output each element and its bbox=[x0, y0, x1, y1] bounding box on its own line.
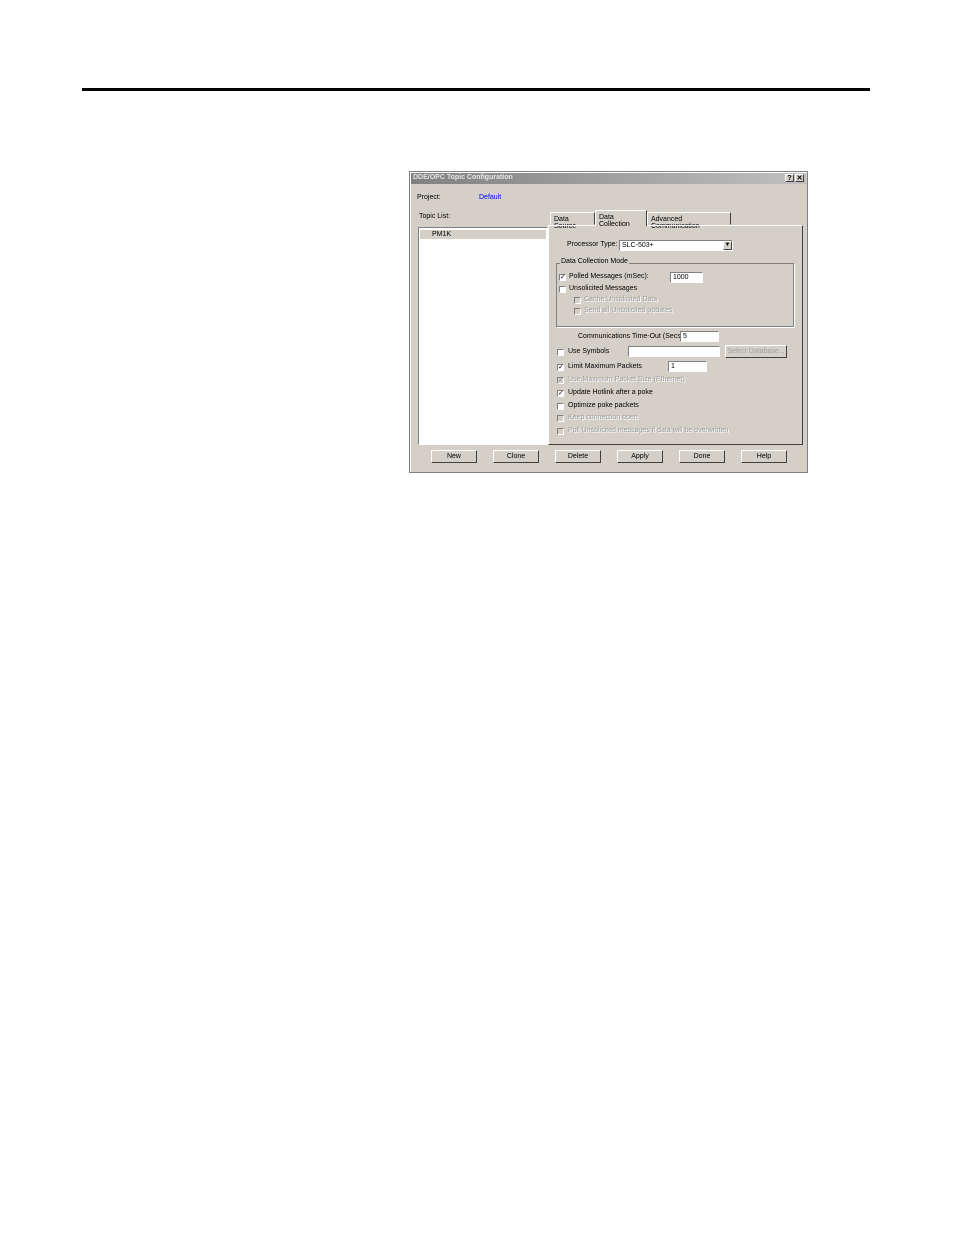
comm-timeout-input[interactable]: 5 bbox=[680, 331, 719, 342]
project-label: Project: bbox=[417, 194, 441, 201]
cache-unsolicited-label: Cache Unsolicited Data bbox=[584, 296, 658, 303]
polled-messages-label: Polled Messages (mSec): bbox=[569, 273, 649, 280]
send-all-unsolicited-label: Send all Unsolicited updates bbox=[584, 307, 673, 314]
unsolicited-messages-checkbox[interactable] bbox=[559, 286, 566, 293]
polled-messages-input[interactable]: 1000 bbox=[670, 272, 703, 283]
select-database-button[interactable]: Select Database... bbox=[725, 345, 787, 358]
cache-unsolicited-checkbox bbox=[574, 297, 581, 304]
processor-type-value: SLC-503+ bbox=[622, 242, 654, 249]
polled-messages-checkbox[interactable]: ✓ bbox=[559, 274, 566, 281]
unsolicited-messages-label: Unsolicited Messages bbox=[569, 285, 638, 292]
use-symbols-checkbox[interactable] bbox=[557, 349, 564, 356]
help-icon[interactable]: ? bbox=[785, 174, 794, 182]
tab-advanced-communication[interactable]: Advanced Communication bbox=[647, 212, 731, 230]
use-max-packet-size-checkbox: ✓ bbox=[557, 377, 564, 384]
help-button[interactable]: Help bbox=[741, 450, 787, 463]
delete-button[interactable]: Delete bbox=[555, 450, 601, 463]
use-max-packet-size-label: Use Maximum Packet Size (Ethernet) bbox=[568, 376, 685, 383]
tab-label: Data Collection bbox=[599, 214, 630, 228]
chevron-down-icon[interactable]: ▼ bbox=[723, 241, 732, 250]
tab-data-collection[interactable]: Data Collection bbox=[595, 210, 647, 228]
processor-type-select[interactable]: SLC-503+ ▼ bbox=[619, 240, 733, 251]
list-item[interactable]: PM1K bbox=[420, 230, 546, 239]
send-all-unsolicited-checkbox bbox=[574, 308, 581, 315]
limit-max-packets-checkbox[interactable]: ✓ bbox=[557, 364, 564, 371]
update-hotlink-label: Update Hotlink after a poke bbox=[568, 389, 653, 396]
close-icon[interactable]: ✕ bbox=[795, 174, 804, 182]
topic-item-label: PM1K bbox=[432, 231, 452, 238]
topic-list-label: Topic List: bbox=[419, 213, 451, 220]
done-button[interactable]: Done bbox=[679, 450, 725, 463]
comm-timeout-label: Communications Time-Out (Secs): bbox=[578, 333, 685, 340]
symbols-database-input[interactable] bbox=[628, 346, 720, 357]
processor-type-label: Processor Type: bbox=[567, 241, 618, 248]
optimize-poke-checkbox[interactable] bbox=[557, 403, 564, 410]
limit-max-packets-label: Limit Maximum Packets bbox=[568, 363, 642, 370]
page-header-rule bbox=[82, 88, 870, 91]
poll-unsolicited-label: Poll Unsolicited messages if data will b… bbox=[568, 427, 729, 434]
data-collection-mode-label: Data Collection Mode bbox=[560, 258, 629, 265]
topic-list[interactable]: PM1K bbox=[418, 227, 548, 445]
project-value: Default bbox=[479, 194, 502, 201]
title-bar[interactable]: DDE/OPC Topic Configuration ? ✕ bbox=[411, 173, 806, 184]
update-hotlink-checkbox[interactable]: ✓ bbox=[557, 390, 564, 397]
keep-connection-label: Keep connection open bbox=[568, 414, 638, 421]
new-button[interactable]: New bbox=[431, 450, 477, 463]
keep-connection-checkbox bbox=[557, 415, 564, 422]
apply-button[interactable]: Apply bbox=[617, 450, 663, 463]
poll-unsolicited-checkbox bbox=[557, 428, 564, 435]
limit-max-packets-input[interactable]: 1 bbox=[668, 361, 707, 372]
dialog-title: DDE/OPC Topic Configuration bbox=[413, 174, 513, 181]
tab-data-source[interactable]: Data Source bbox=[550, 212, 595, 230]
clone-button[interactable]: Clone bbox=[493, 450, 539, 463]
topic-configuration-dialog: DDE/OPC Topic Configuration ? ✕ Project:… bbox=[409, 171, 808, 473]
optimize-poke-label: Optimize poke packets bbox=[568, 402, 639, 409]
use-symbols-label: Use Symbols bbox=[568, 348, 610, 355]
